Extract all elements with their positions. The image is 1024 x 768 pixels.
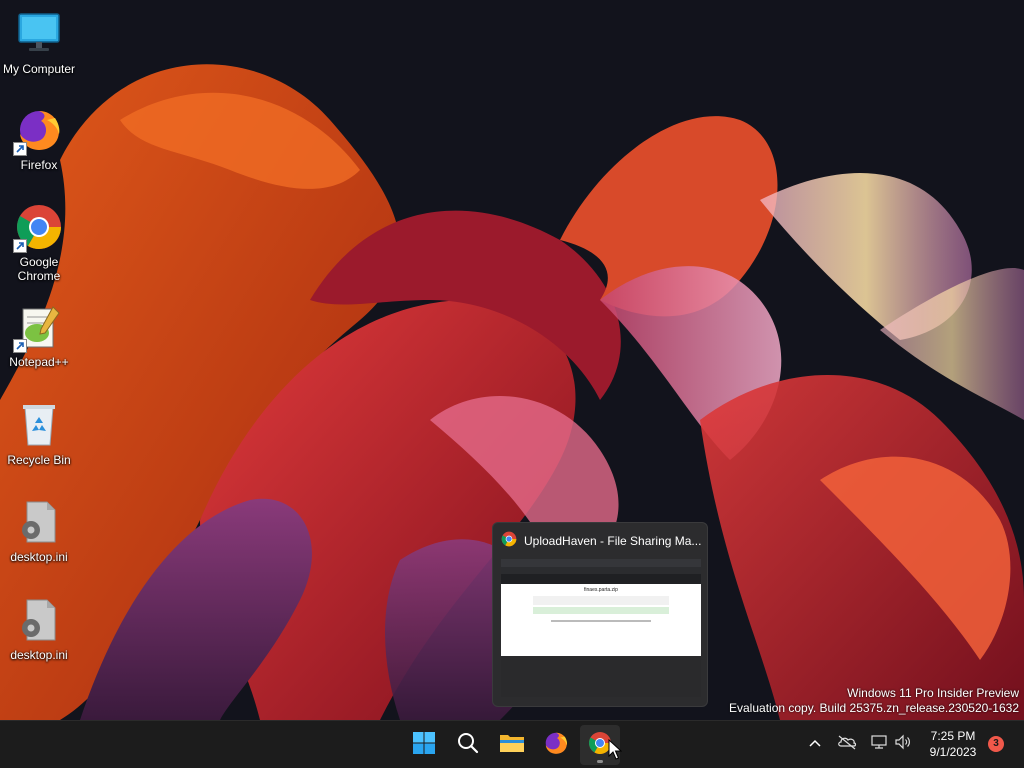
onedrive-tray-button[interactable]: [837, 734, 857, 754]
thumb-download-bar: [501, 656, 701, 697]
desktop-icon-label: My Computer: [2, 62, 76, 76]
network-icon: [870, 734, 888, 755]
recycle-bin-icon: [15, 401, 63, 449]
windows-start-icon: [412, 731, 436, 760]
taskbar: [0, 720, 1024, 768]
thumb-address-bar: [501, 567, 701, 574]
thumb-page-heading: finaes.parta.zip: [584, 587, 618, 593]
chrome-icon: [501, 531, 517, 552]
shortcut-arrow-icon: [13, 142, 27, 156]
thumb-page-content: finaes.parta.zip: [501, 584, 701, 656]
clock-time: 7:25 PM: [930, 729, 976, 743]
desktop-icon-recycle-bin[interactable]: Recycle Bin: [0, 401, 78, 467]
volume-icon: [894, 734, 912, 755]
firefox-taskbar-button[interactable]: [536, 725, 576, 765]
desktop-icon-google-chrome[interactable]: Google Chrome: [0, 203, 78, 283]
desktop-icon-label: Google Chrome: [17, 255, 61, 283]
thumb-tab-bar: [501, 559, 701, 567]
preview-thumbnail[interactable]: finaes.parta.zip: [501, 559, 701, 697]
firefox-icon: [543, 730, 569, 761]
monitor-icon: [15, 10, 63, 58]
settings-file-icon: [15, 498, 63, 546]
desktop-icon-label: Recycle Bin: [7, 453, 71, 467]
desktop-icon-desktop-ini[interactable]: desktop.ini: [0, 498, 78, 564]
windows-watermark: Windows 11 Pro Insider Preview Evaluatio…: [729, 686, 1019, 716]
desktop-icon-firefox[interactable]: Firefox: [0, 106, 78, 172]
desktop-icon-notepadpp[interactable]: Notepad++: [0, 303, 78, 369]
file-explorer-button[interactable]: [492, 725, 532, 765]
preview-window-title: UploadHaven - File Sharing Ma...: [524, 534, 701, 548]
onedrive-icon: [837, 734, 857, 755]
watermark-line-2: Evaluation copy. Build 25375.zn_release.…: [729, 701, 1019, 715]
network-tray-button[interactable]: [869, 734, 889, 754]
preview-header: UploadHaven - File Sharing Ma...: [501, 531, 701, 552]
desktop-icon-my-computer[interactable]: My Computer: [0, 10, 78, 76]
settings-file-icon: [15, 596, 63, 644]
volume-tray-button[interactable]: [893, 734, 913, 754]
desktop-icon-label: desktop.ini: [10, 648, 68, 662]
clock-date: 9/1/2023: [929, 745, 977, 759]
show-hidden-icons-button[interactable]: [805, 734, 825, 754]
notepadpp-icon: [13, 303, 63, 353]
taskbar-window-preview[interactable]: UploadHaven - File Sharing Ma... finaes.…: [492, 522, 708, 707]
running-indicator: [597, 760, 603, 763]
watermark-line-1: Windows 11 Pro Insider Preview: [847, 686, 1019, 700]
desktop-icon-label: Firefox: [20, 158, 58, 172]
taskbar-clock[interactable]: 7:25 PM 9/1/2023: [922, 728, 984, 760]
shortcut-arrow-icon: [13, 339, 27, 353]
file-explorer-icon: [499, 732, 525, 759]
chrome-icon: [13, 203, 63, 253]
mouse-cursor-icon: [608, 739, 622, 760]
firefox-icon: [13, 106, 63, 156]
search-button[interactable]: [448, 725, 488, 765]
shortcut-arrow-icon: [13, 239, 27, 253]
desktop-icon-label: desktop.ini: [10, 550, 68, 564]
desktop-icon-desktop-ini[interactable]: desktop.ini: [0, 596, 78, 662]
start-button[interactable]: [404, 725, 444, 765]
search-icon: [457, 732, 479, 759]
notification-badge[interactable]: 3: [988, 736, 1004, 752]
thumb-site-header: [501, 574, 701, 582]
chevron-up-icon: [808, 735, 822, 753]
desktop-icon-label: Notepad++: [9, 355, 69, 369]
